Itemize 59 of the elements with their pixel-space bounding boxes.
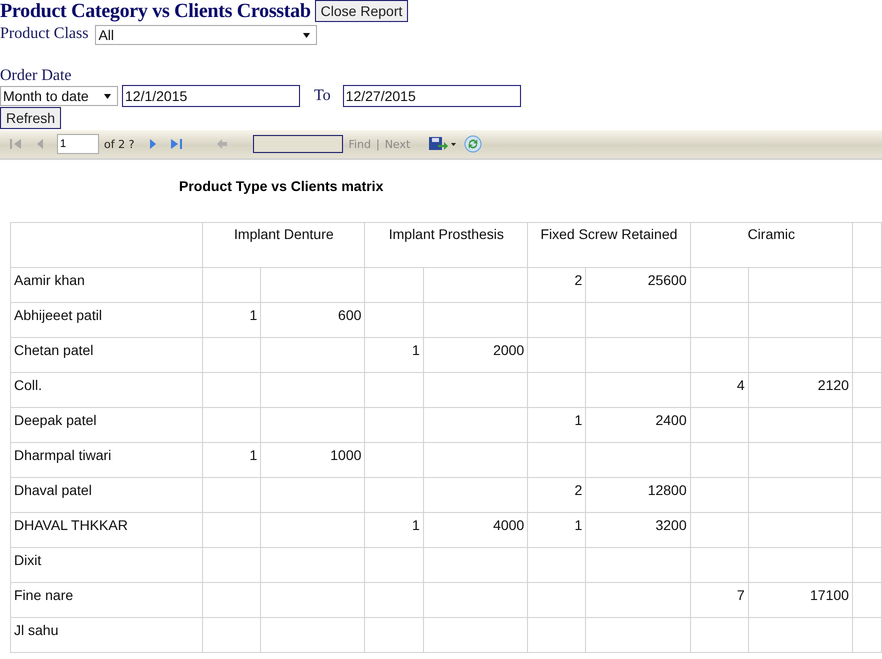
client-name: DHAVAL THKKAR [10,512,203,548]
amount-cell: 2000 [423,338,528,372]
quantity-cell: 2 [528,478,586,512]
save-icon[interactable] [428,136,456,152]
report-title: Product Type vs Clients matrix [179,178,384,196]
order-date-label: Order Date [0,67,72,85]
quantity-cell: 1 [364,512,424,548]
dropdown-arrow-icon [104,94,111,98]
quantity-cell: 1 [528,408,586,442]
amount-cell: 1000 [260,442,365,478]
quantity-cell: 1 [202,442,261,478]
quantity-cell: 4 [690,372,748,408]
from-date-field[interactable]: 12/1/2015 [122,85,300,107]
client-name: Dixit [10,548,203,582]
client-name: Coll. [10,372,203,408]
product-class-dropdown[interactable]: All [95,25,318,45]
page-number-field[interactable]: 1 [57,134,99,154]
find-field[interactable] [253,135,344,153]
amount-cell: 4000 [423,512,528,548]
page-title: Product Category vs Clients Crosstab [0,1,311,21]
client-name: Aamir khan [10,268,203,302]
quantity-cell: 1 [202,302,261,338]
date-range-dropdown[interactable]: Month to date [0,86,118,106]
quantity-cell: 1 [528,512,586,548]
close-report-button[interactable]: Close Report [314,0,408,22]
column-header: Fixed Screw Retained [528,222,690,268]
next-page-icon[interactable] [148,138,158,150]
page-count: of 2 ? [104,138,134,150]
refresh-icon[interactable] [464,135,482,153]
last-page-icon[interactable] [170,138,184,150]
amount-cell: 600 [260,302,365,338]
first-page-icon[interactable] [9,138,23,150]
refresh-button[interactable]: Refresh [0,107,62,129]
amount-cell: 12800 [586,478,690,512]
column-header: Implant Prosthesis [364,222,528,268]
product-class-label: Product Class [0,24,88,42]
client-name: Dhaval patel [10,478,203,512]
client-name: Chetan patel [10,338,203,372]
back-arrow-icon[interactable] [216,138,228,150]
to-date-field[interactable]: 12/27/2015 [342,85,521,107]
amount-cell: 2120 [748,372,852,408]
amount-cell: 3200 [586,512,690,548]
client-name: Dharmpal tiwari [10,442,203,478]
quantity-cell: 1 [364,338,424,372]
client-name: Abhijeeet patil [10,302,203,338]
column-header: Implant Denture [202,222,365,268]
to-label: To [314,87,331,105]
dropdown-arrow-icon [303,32,310,38]
separator: | [376,138,380,150]
amount-cell: 25600 [586,268,690,302]
quantity-cell: 2 [528,268,586,302]
amount-cell: 17100 [748,582,852,618]
client-name: Deepak patel [10,408,203,442]
amount-cell: 2400 [586,408,690,442]
previous-page-icon[interactable] [35,138,45,150]
column-header: Ciramic [690,222,852,268]
client-name: Jl sahu [10,618,203,652]
quantity-cell: 7 [690,582,748,618]
client-name: Fine nare [10,582,203,618]
